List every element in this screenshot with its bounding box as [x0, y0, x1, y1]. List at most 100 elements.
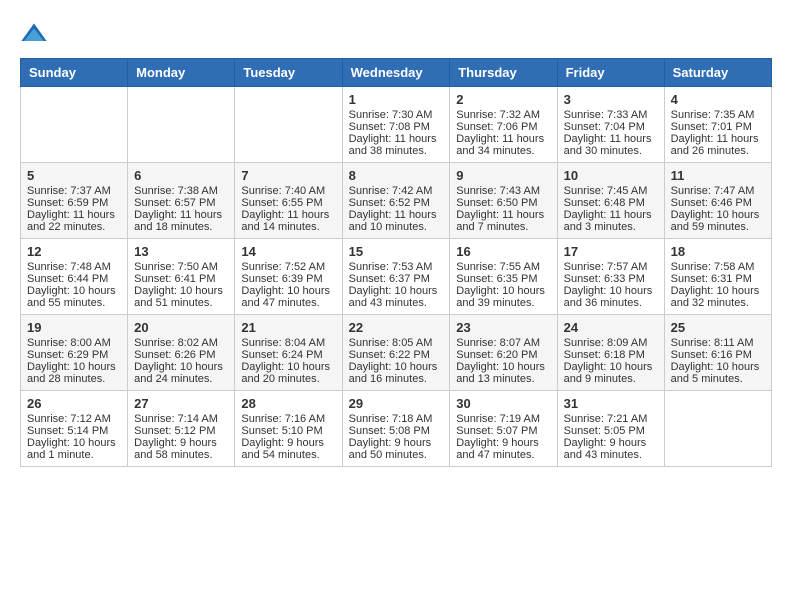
day-info: and 5 minutes.	[671, 373, 765, 385]
day-info: Sunrise: 7:33 AM	[564, 109, 658, 121]
day-info: Sunrise: 7:18 AM	[349, 413, 444, 425]
day-info: Sunrise: 7:19 AM	[456, 413, 550, 425]
day-number: 10	[564, 168, 658, 183]
calendar-cell: 29Sunrise: 7:18 AMSunset: 5:08 PMDayligh…	[342, 391, 450, 467]
day-info: and 22 minutes.	[27, 221, 121, 233]
day-info: and 50 minutes.	[349, 449, 444, 461]
calendar-week-row: 26Sunrise: 7:12 AMSunset: 5:14 PMDayligh…	[21, 391, 772, 467]
day-info: Daylight: 11 hours	[349, 133, 444, 145]
calendar-cell: 12Sunrise: 7:48 AMSunset: 6:44 PMDayligh…	[21, 239, 128, 315]
day-number: 29	[349, 396, 444, 411]
day-number: 13	[134, 244, 228, 259]
calendar-cell	[21, 87, 128, 163]
calendar-cell: 13Sunrise: 7:50 AMSunset: 6:41 PMDayligh…	[128, 239, 235, 315]
calendar-cell: 26Sunrise: 7:12 AMSunset: 5:14 PMDayligh…	[21, 391, 128, 467]
day-info: Sunset: 5:08 PM	[349, 425, 444, 437]
day-info: Sunrise: 7:35 AM	[671, 109, 765, 121]
day-info: Daylight: 10 hours	[456, 285, 550, 297]
day-info: Sunrise: 8:07 AM	[456, 337, 550, 349]
day-info: and 30 minutes.	[564, 145, 658, 157]
day-info: and 1 minute.	[27, 449, 121, 461]
day-of-week-header: Thursday	[450, 59, 557, 87]
day-info: Sunrise: 7:57 AM	[564, 261, 658, 273]
day-info: Sunset: 6:59 PM	[27, 197, 121, 209]
day-number: 1	[349, 92, 444, 107]
day-info: Daylight: 11 hours	[27, 209, 121, 221]
day-info: and 43 minutes.	[349, 297, 444, 309]
day-number: 7	[241, 168, 335, 183]
calendar-cell	[128, 87, 235, 163]
day-info: and 16 minutes.	[349, 373, 444, 385]
day-info: Sunset: 6:50 PM	[456, 197, 550, 209]
day-of-week-header: Sunday	[21, 59, 128, 87]
day-info: Sunrise: 7:42 AM	[349, 185, 444, 197]
day-number: 6	[134, 168, 228, 183]
day-number: 14	[241, 244, 335, 259]
day-of-week-header: Wednesday	[342, 59, 450, 87]
day-info: Sunrise: 7:43 AM	[456, 185, 550, 197]
calendar-cell: 7Sunrise: 7:40 AMSunset: 6:55 PMDaylight…	[235, 163, 342, 239]
day-info: Sunrise: 7:38 AM	[134, 185, 228, 197]
calendar-cell: 22Sunrise: 8:05 AMSunset: 6:22 PMDayligh…	[342, 315, 450, 391]
day-info: Sunrise: 7:32 AM	[456, 109, 550, 121]
page-header	[20, 20, 772, 48]
day-info: and 47 minutes.	[456, 449, 550, 461]
day-info: and 14 minutes.	[241, 221, 335, 233]
day-number: 17	[564, 244, 658, 259]
day-info: and 43 minutes.	[564, 449, 658, 461]
day-number: 24	[564, 320, 658, 335]
day-number: 18	[671, 244, 765, 259]
day-info: Sunrise: 7:52 AM	[241, 261, 335, 273]
day-info: Sunrise: 7:30 AM	[349, 109, 444, 121]
day-info: and 9 minutes.	[564, 373, 658, 385]
day-info: Daylight: 9 hours	[564, 437, 658, 449]
calendar-cell: 2Sunrise: 7:32 AMSunset: 7:06 PMDaylight…	[450, 87, 557, 163]
day-info: and 32 minutes.	[671, 297, 765, 309]
day-of-week-header: Tuesday	[235, 59, 342, 87]
day-info: and 13 minutes.	[456, 373, 550, 385]
calendar-cell: 9 Sunrise: 7:43 AMSunset: 6:50 PMDaylight…	[450, 163, 557, 239]
day-of-week-header: Monday	[128, 59, 235, 87]
day-info: and 20 minutes.	[241, 373, 335, 385]
day-info: Sunrise: 7:53 AM	[349, 261, 444, 273]
day-number: 26	[27, 396, 121, 411]
calendar-cell: 15Sunrise: 7:53 AMSunset: 6:37 PMDayligh…	[342, 239, 450, 315]
day-number: 31	[564, 396, 658, 411]
day-info: Sunset: 6:24 PM	[241, 349, 335, 361]
day-info: Sunrise: 8:02 AM	[134, 337, 228, 349]
day-info: and 55 minutes.	[27, 297, 121, 309]
day-info: Daylight: 10 hours	[27, 437, 121, 449]
day-info: Daylight: 11 hours	[456, 209, 550, 221]
calendar-cell: 6Sunrise: 7:38 AMSunset: 6:57 PMDaylight…	[128, 163, 235, 239]
day-number: 11	[671, 168, 765, 183]
day-info: Sunset: 6:18 PM	[564, 349, 658, 361]
day-info: and 39 minutes.	[456, 297, 550, 309]
day-info: Sunrise: 7:21 AM	[564, 413, 658, 425]
calendar-week-row: 5Sunrise: 7:37 AMSunset: 6:59 PMDaylight…	[21, 163, 772, 239]
day-info: Sunrise: 7:55 AM	[456, 261, 550, 273]
day-info: Sunset: 6:26 PM	[134, 349, 228, 361]
day-info: Daylight: 9 hours	[134, 437, 228, 449]
day-number: 21	[241, 320, 335, 335]
day-info: Daylight: 10 hours	[134, 361, 228, 373]
calendar-cell: 28Sunrise: 7:16 AMSunset: 5:10 PMDayligh…	[235, 391, 342, 467]
calendar-cell: 24Sunrise: 8:09 AMSunset: 6:18 PMDayligh…	[557, 315, 664, 391]
calendar-table: SundayMondayTuesdayWednesdayThursdayFrid…	[20, 58, 772, 467]
day-number: 25	[671, 320, 765, 335]
day-info: and 47 minutes.	[241, 297, 335, 309]
day-info: Daylight: 10 hours	[134, 285, 228, 297]
day-number: 28	[241, 396, 335, 411]
day-info: Daylight: 11 hours	[564, 133, 658, 145]
day-info: Daylight: 10 hours	[671, 285, 765, 297]
day-info: and 24 minutes.	[134, 373, 228, 385]
day-info: Sunrise: 7:12 AM	[27, 413, 121, 425]
day-number: 9	[456, 168, 550, 183]
day-info: Sunrise: 7:58 AM	[671, 261, 765, 273]
calendar-cell: 19Sunrise: 8:00 AMSunset: 6:29 PMDayligh…	[21, 315, 128, 391]
day-info: Sunset: 6:37 PM	[349, 273, 444, 285]
day-info: and 36 minutes.	[564, 297, 658, 309]
calendar-cell: 20Sunrise: 8:02 AMSunset: 6:26 PMDayligh…	[128, 315, 235, 391]
day-info: Sunset: 6:46 PM	[671, 197, 765, 209]
day-info: Sunset: 6:16 PM	[671, 349, 765, 361]
calendar-cell: 27Sunrise: 7:14 AMSunset: 5:12 PMDayligh…	[128, 391, 235, 467]
